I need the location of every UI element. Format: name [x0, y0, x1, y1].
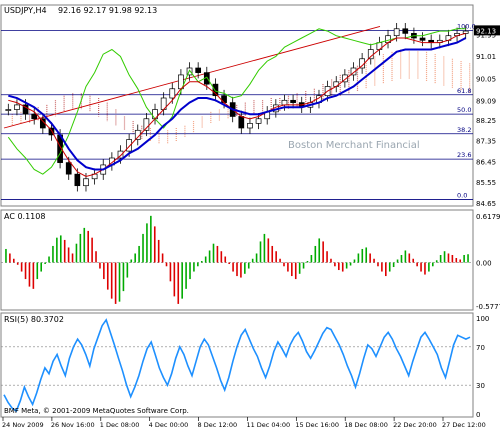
candle-body [83, 178, 89, 187]
time-axis-tick: 22 Dec 20:00 [393, 421, 437, 429]
rsi-axis-tick: 0 [476, 411, 480, 419]
time-axis-tick: 15 Dec 16:00 [295, 421, 339, 429]
candle-body [238, 116, 245, 129]
ac-axis-tick: 0.6179 [476, 213, 500, 221]
price-axis-tick: 85.55 [476, 179, 496, 187]
candle-body [247, 123, 253, 129]
candle-body [281, 99, 288, 106]
fib-level-label: 61.8 [457, 87, 471, 95]
time-axis-tick: 27 Dec 12:00 [442, 421, 486, 429]
candle-body [333, 81, 340, 87]
candle-body [5, 109, 12, 111]
time-axis-tick: 4 Dec 00:00 [149, 421, 189, 429]
price-axis-tick: 87.35 [476, 138, 496, 146]
ac-axis-tick: -0.5777 [476, 303, 500, 311]
price-axis-tick: 84.65 [476, 200, 496, 208]
candle-body [221, 95, 227, 103]
candle-body [195, 67, 202, 73]
chart-background [0, 0, 500, 429]
rsi-axis-tick: 30 [476, 382, 485, 390]
time-axis-tick: 8 Dec 12:00 [198, 421, 238, 429]
fib-level-label: 23.6 [457, 151, 471, 159]
symbol-label: USDJPY,H4 [4, 6, 47, 15]
price-axis-tick: 89.09 [476, 98, 496, 106]
rsi-axis-tick: 100 [476, 315, 489, 323]
ac-axis-tick: 0.00 [476, 260, 492, 268]
current-price-value: 92.13 [476, 27, 496, 35]
fib-level-label: 50.0 [457, 106, 471, 114]
watermark-label: Boston Merchant Financial [288, 140, 420, 151]
fib-level-label: 38.2 [457, 126, 471, 134]
candle-body [419, 37, 426, 41]
price-axis-tick: 86.45 [476, 158, 496, 166]
chart-window: 100.0 61.8 50.0 38.2 23.6 0.0 91.95 91.01 90.05… [0, 0, 500, 429]
fib-level-label: 0.0 [457, 192, 467, 200]
candle-body [31, 113, 38, 120]
price-axis-tick: 90.05 [476, 75, 496, 83]
fib-level-label: 100.0 [457, 23, 476, 31]
copyright-footer: BMF Meta, © 2001-2009 MetaQuotes Softwar… [4, 407, 189, 415]
ohlc-readout: 92.16 92.17 91.98 92.13 [58, 6, 157, 15]
candle-body [462, 30, 469, 34]
time-axis-tick: 18 Dec 08:00 [344, 421, 388, 429]
time-axis-tick: 11 Dec 04:00 [246, 421, 290, 429]
chart-canvas: 100.061.850.038.223.60.0 91.9591.0190.05… [0, 0, 500, 429]
rsi-indicator-title: RSI(5) 80.3702 [4, 315, 64, 324]
time-axis-tick: 1 Dec 08:00 [100, 421, 140, 429]
price-axis-tick: 88.25 [476, 117, 496, 125]
candle-body [169, 88, 176, 99]
time-axis-tick: 26 Nov 16:00 [51, 421, 95, 429]
price-axis-tick: 91.01 [476, 53, 496, 61]
candle-body [367, 49, 374, 60]
candle-body [290, 99, 296, 103]
candle-body [255, 118, 262, 124]
candle-body [14, 104, 20, 110]
candle-body [74, 173, 81, 187]
candle-body [65, 162, 72, 175]
time-axis-tick: 24 Nov 2009 [2, 421, 44, 429]
rsi-axis-tick: 70 [476, 344, 485, 352]
candle-body [402, 28, 409, 34]
ac-indicator-title: AC 0.1108 [4, 212, 45, 221]
candle-body [393, 28, 400, 37]
